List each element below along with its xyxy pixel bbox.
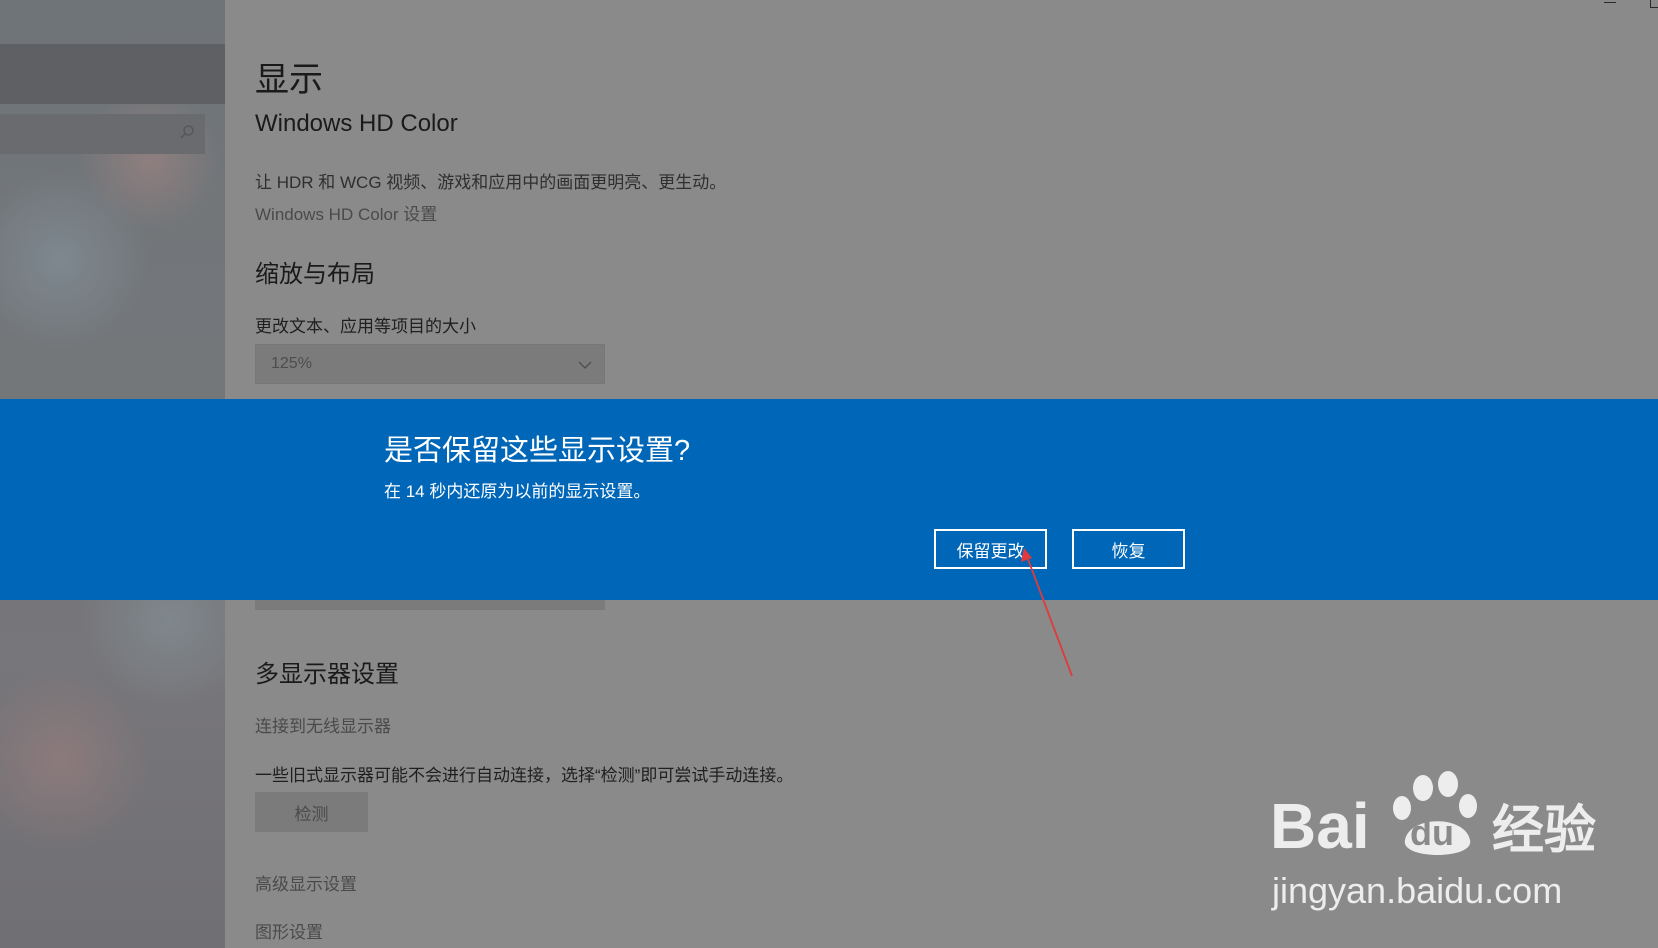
keep-settings-banner: 是否保留这些显示设置? 在 14 秒内还原为以前的显示设置。 保留更改 恢复 (0, 399, 1658, 600)
sidebar-home-item[interactable] (0, 44, 225, 104)
scale-dropdown[interactable]: 125% (255, 344, 605, 384)
maximize-icon[interactable] (1650, 0, 1658, 8)
detect-button[interactable]: 检测 (255, 792, 368, 832)
legacy-display-description: 一些旧式显示器可能不会进行自动连接，选择“检测”即可尝试手动连接。 (255, 766, 794, 785)
settings-window: 显示 Windows HD Color 让 HDR 和 WCG 视频、游戏和应用… (0, 0, 1658, 948)
advanced-display-settings-link[interactable]: 高级显示设置 (255, 870, 357, 895)
page-title: 显示 (255, 61, 323, 99)
hd-color-description: 让 HDR 和 WCG 视频、游戏和应用中的画面更明亮、更生动。 (255, 173, 727, 192)
watermark-url: jingyan.baidu.com (1272, 870, 1563, 911)
multi-display-heading: 多显示器设置 (255, 661, 399, 688)
svg-text:经验: 经验 (1492, 801, 1596, 861)
search-icon (180, 125, 194, 139)
sidebar-search-box[interactable] (0, 114, 205, 154)
revert-button[interactable]: 恢复 (1072, 529, 1185, 569)
connect-wireless-display-link[interactable]: 连接到无线显示器 (255, 712, 391, 737)
banner-countdown-text: 在 14 秒内还原为以前的显示设置。 (384, 482, 651, 501)
banner-title: 是否保留这些显示设置? (384, 435, 691, 467)
hd-color-settings-link[interactable]: Windows HD Color 设置 (255, 200, 437, 225)
red-arrow-annotation (1021, 548, 1073, 677)
svg-text:Bai: Bai (1270, 790, 1370, 862)
chevron-down-icon (578, 361, 592, 369)
scale-layout-heading: 缩放与布局 (255, 261, 375, 288)
svg-text:du: du (1410, 812, 1454, 853)
minimize-icon[interactable] (1604, 2, 1616, 3)
graphics-settings-link[interactable]: 图形设置 (255, 918, 323, 943)
scale-dropdown-value: 125% (271, 355, 312, 372)
hd-color-heading: Windows HD Color (255, 110, 458, 137)
text-size-label: 更改文本、应用等项目的大小 (255, 317, 476, 336)
